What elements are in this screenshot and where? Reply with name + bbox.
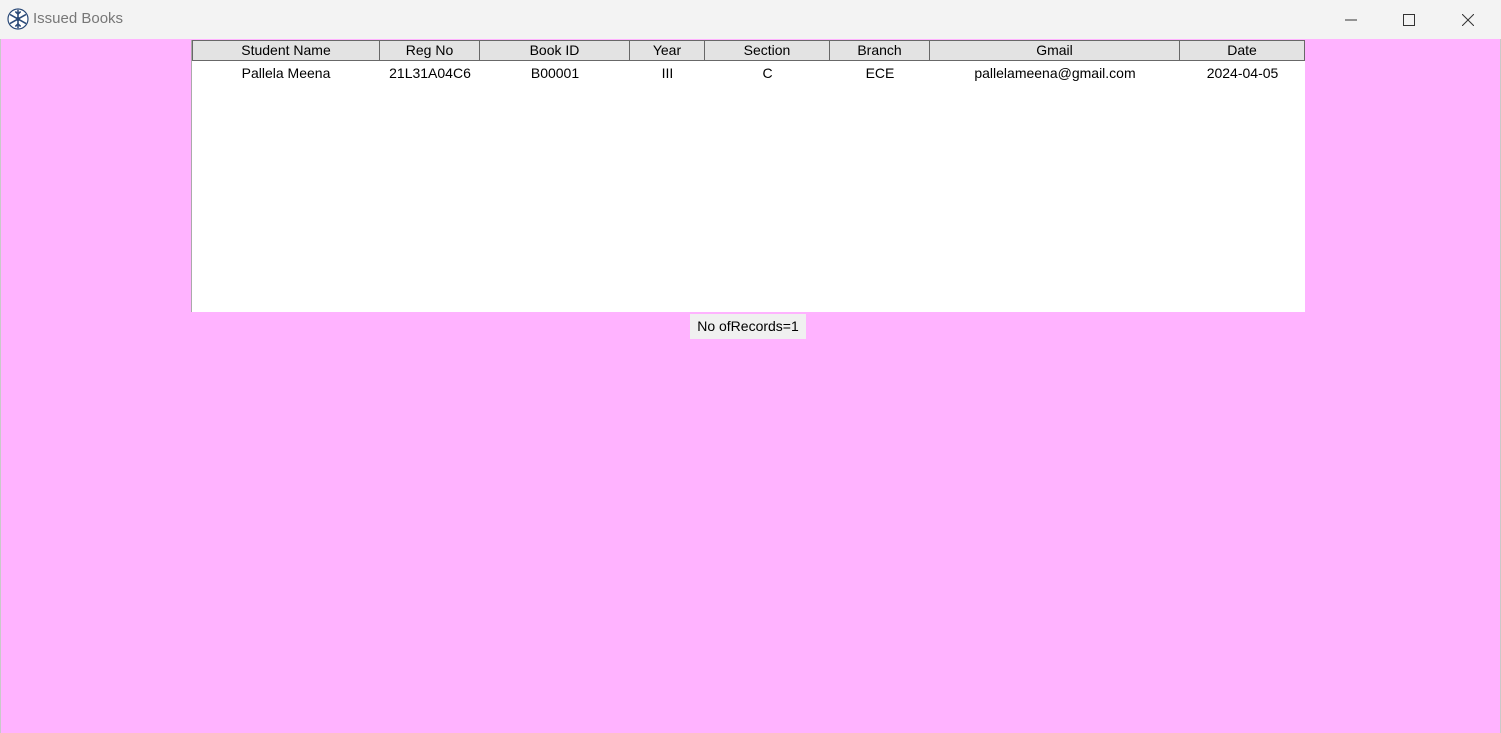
close-button[interactable] [1439, 0, 1497, 39]
cell-section: C [762, 65, 773, 81]
column-header-date[interactable]: Date [1180, 40, 1305, 61]
cell-year: III [661, 65, 674, 81]
column-header-section[interactable]: Section [705, 40, 830, 61]
snowflake-app-icon [7, 8, 29, 30]
minimize-icon [1345, 19, 1357, 20]
close-icon [1462, 13, 1474, 26]
cell-student-name: Pallela Meena [241, 65, 331, 81]
column-header-book-id[interactable]: Book ID [480, 40, 630, 61]
column-header-reg-no[interactable]: Reg No [380, 40, 480, 61]
cell-branch: ECE [865, 65, 895, 81]
minimize-button[interactable] [1322, 0, 1380, 39]
cell-book-id: B00001 [530, 65, 580, 81]
cell-date: 2024-04-05 [1206, 65, 1279, 81]
column-header-gmail[interactable]: Gmail [930, 40, 1180, 61]
issued-books-table[interactable]: Student Name Reg No Book ID Year Section… [191, 40, 1305, 312]
column-header-student-name[interactable]: Student Name [192, 40, 380, 61]
record-count-label: No ofRecords=1 [690, 314, 806, 339]
cell-reg-no: 21L31A04C6 [389, 65, 471, 81]
table-row[interactable]: Pallela Meena 21L31A04C6 B00001 III C EC… [192, 62, 1305, 84]
title-bar[interactable]: Issued Books [0, 0, 1501, 39]
cell-gmail: pallelameena@gmail.com [974, 65, 1136, 81]
column-header-branch[interactable]: Branch [830, 40, 930, 61]
maximize-button[interactable] [1380, 0, 1438, 39]
window-title: Issued Books [33, 10, 124, 27]
table-header-row: Student Name Reg No Book ID Year Section… [192, 40, 1305, 61]
maximize-icon [1403, 13, 1415, 26]
column-header-year[interactable]: Year [630, 40, 705, 61]
